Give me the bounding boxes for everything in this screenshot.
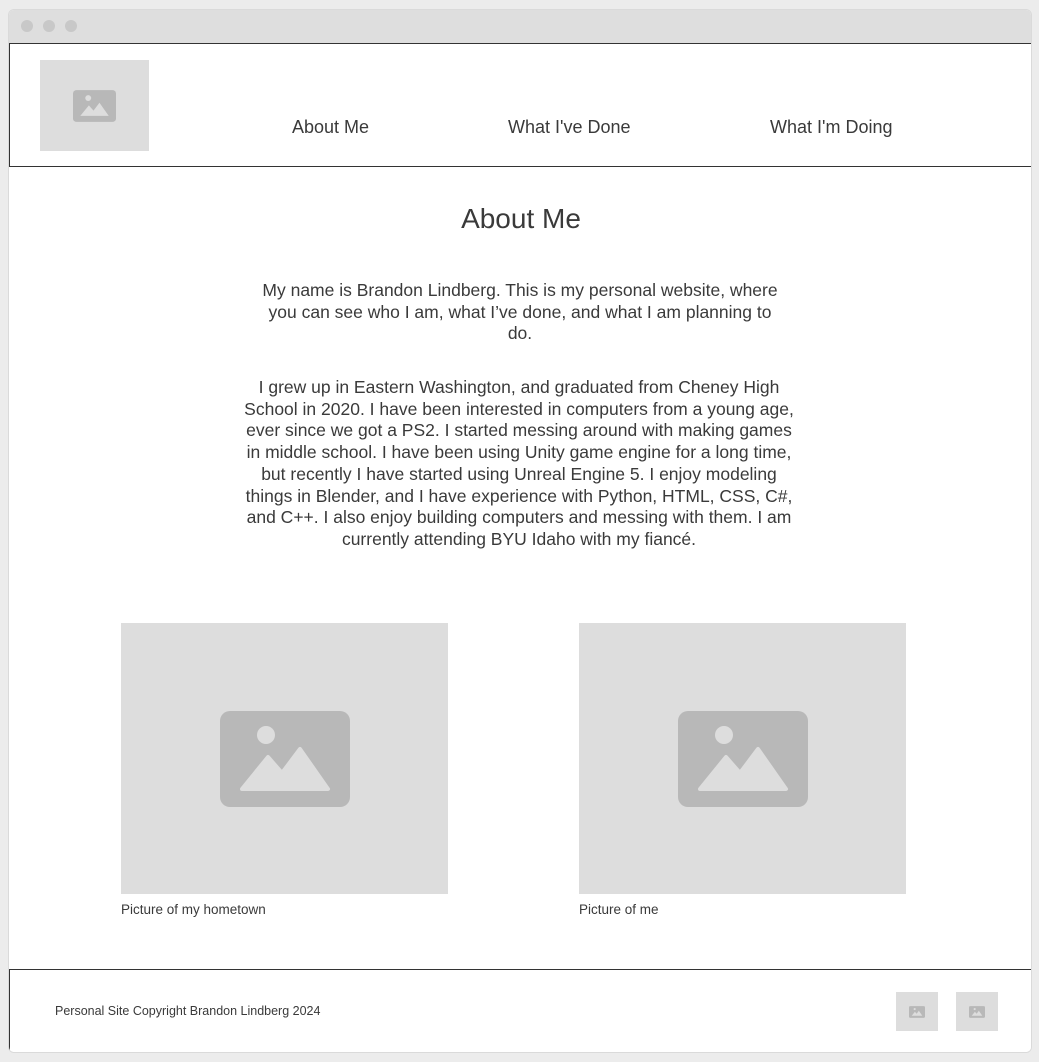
page-title: About Me [461,203,581,234]
hometown-photo [121,623,448,894]
site-footer: Personal Site Copyright Brandon Lindberg… [9,969,1031,1052]
site-header: About Me What I've Done What I'm Doing [9,43,1031,167]
copyright-text: Personal Site Copyright Brandon Lindberg… [55,1004,321,1018]
social-link-1[interactable] [896,992,938,1031]
portrait-photo-caption: Picture of me [579,902,659,917]
portrait-photo [579,623,906,894]
window-titlebar [9,10,1031,43]
image-placeholder-icon [219,710,350,807]
nav-link-what-ive-done[interactable]: What I've Done [508,117,631,138]
social-link-2[interactable] [956,992,998,1031]
image-placeholder-icon [677,710,808,807]
intro-paragraph: My name is Brandon Lindberg. This is my … [262,280,778,344]
bio-paragraph: I grew up in Eastern Washington, and gra… [244,377,794,549]
image-placeholder-icon [909,1005,925,1018]
nav-link-what-im-doing[interactable]: What I'm Doing [770,117,892,138]
site-logo[interactable] [40,60,149,151]
image-placeholder-icon [969,1005,985,1018]
window-control-dot[interactable] [65,20,77,32]
image-placeholder-icon [73,89,116,122]
nav-link-about-me[interactable]: About Me [292,117,369,138]
browser-window: About Me What I've Done What I'm Doing A… [8,9,1032,1053]
hometown-photo-caption: Picture of my hometown [121,902,266,917]
window-control-dot[interactable] [43,20,55,32]
window-control-dot[interactable] [21,20,33,32]
